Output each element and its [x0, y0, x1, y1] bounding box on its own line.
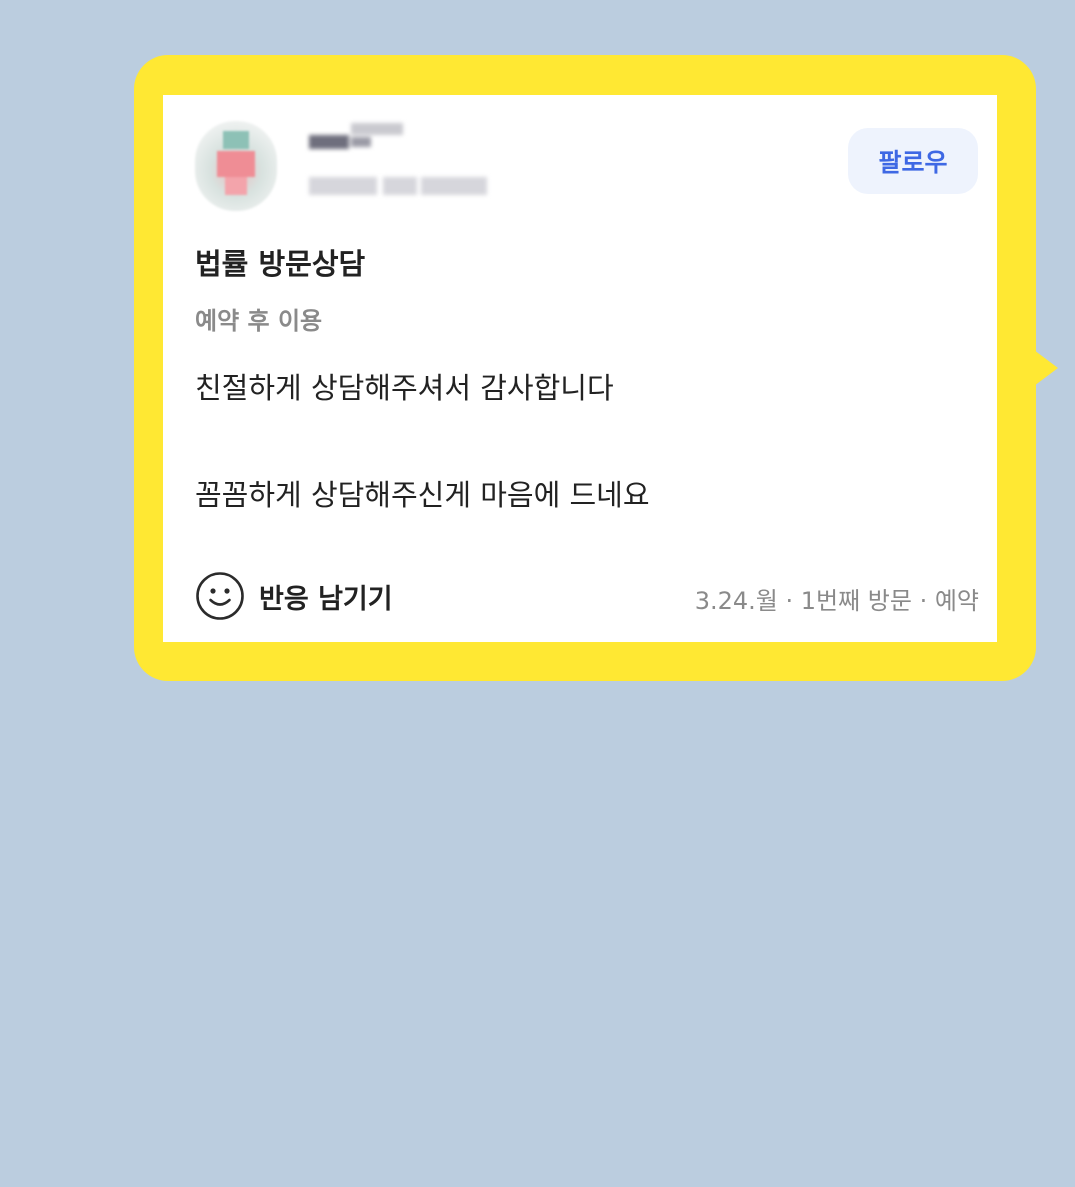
avatar-pixel	[225, 177, 247, 195]
blur-block	[309, 177, 377, 195]
blur-block	[421, 177, 487, 195]
author-avatar[interactable]	[195, 121, 277, 211]
review-title: 법률 방문상담	[195, 247, 366, 281]
visit-meta: 3.24.월 · 1번째 방문 · 예약	[694, 587, 979, 615]
author-stats-blurred	[309, 173, 489, 199]
avatar-pixel	[217, 151, 255, 177]
avatar-pixel	[223, 131, 249, 149]
leave-reaction-button[interactable]: 반응 남기기	[195, 571, 393, 621]
blur-block	[309, 135, 349, 149]
review-text-line: 꼼꼼하게 상담해주신게 마음에 드네요	[195, 478, 650, 512]
review-text-line: 친절하게 상담해주셔서 감사합니다	[195, 371, 614, 405]
review-card: 팔로우 법률 방문상담 예약 후 이용 친절하게 상담해주셔서 감사합니다 꼼꼼…	[163, 95, 997, 642]
blur-block	[383, 177, 417, 195]
author-name-blurred[interactable]	[297, 119, 407, 159]
blur-block	[351, 123, 403, 135]
chat-bubble-tail	[1034, 350, 1058, 386]
review-subtitle: 예약 후 이용	[195, 307, 323, 335]
smiley-icon	[196, 572, 244, 620]
follow-button[interactable]: 팔로우	[848, 128, 978, 194]
blur-block	[351, 137, 371, 147]
reaction-label: 반응 남기기	[259, 583, 393, 615]
